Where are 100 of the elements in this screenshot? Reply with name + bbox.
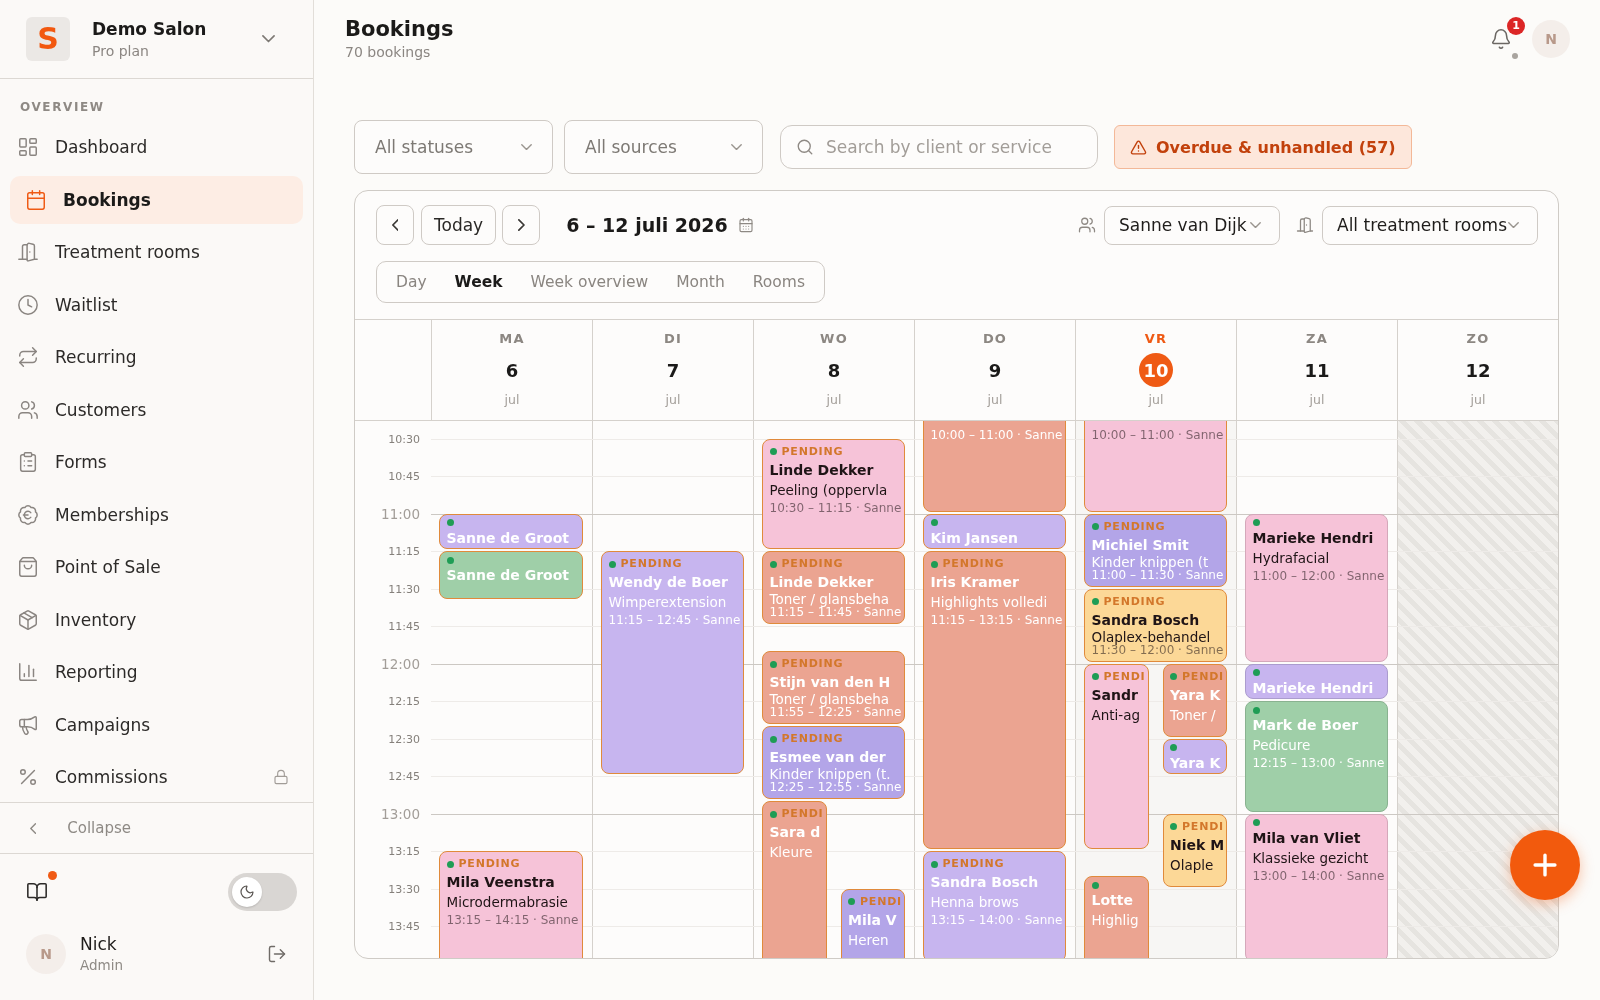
status-dot-icon <box>1252 669 1260 676</box>
status-dot-icon <box>446 519 454 526</box>
client-name: Yara K <box>1170 753 1221 773</box>
calendar-icon[interactable] <box>737 217 754 233</box>
client-name: Marieke Hendri <box>1252 678 1374 698</box>
calendar-icon <box>25 188 47 211</box>
booking-status: PENDING <box>458 857 521 871</box>
nav-item[interactable]: Dashboard <box>10 123 303 171</box>
nav-item[interactable]: Inventory <box>10 595 303 644</box>
nav-item[interactable]: Bookings <box>10 175 303 224</box>
book-icon[interactable] <box>26 881 48 903</box>
service-name: Olaple <box>1170 855 1214 875</box>
status-dot-icon <box>1170 823 1177 830</box>
client-name: Lotte <box>1091 891 1133 910</box>
booking-card[interactable]: PENDI Niek M Olaple <box>1162 813 1227 887</box>
time-label: 13:15 <box>388 844 420 858</box>
nav-item[interactable]: Forms <box>10 438 303 486</box>
bell-icon[interactable] <box>1490 27 1512 50</box>
source-filter[interactable]: All sources <box>564 120 763 174</box>
time-label: 12:00 <box>381 655 420 672</box>
month-label: jul <box>665 392 681 407</box>
user-avatar[interactable]: N <box>1532 19 1570 58</box>
view-tab[interactable]: Day <box>382 262 441 302</box>
next-week-button[interactable] <box>502 205 541 245</box>
today-button[interactable]: Today <box>421 205 497 245</box>
booking-card[interactable]: PENDING Linde Dekker Peeling (oppervla 10:30 – 11:15 · Sanne <box>762 438 905 549</box>
search-icon <box>796 138 814 156</box>
view-tab[interactable]: Week overview <box>516 262 663 302</box>
status-filter[interactable]: All statuses <box>354 120 553 174</box>
nav-item[interactable]: Waitlist <box>10 280 303 329</box>
percent-icon <box>17 766 39 788</box>
booking-card[interactable]: 10:00 – 11:00 · Sanne <box>1084 421 1227 512</box>
nav-item[interactable]: Customers <box>10 385 303 434</box>
booking-card[interactable]: Marieke Hendri Hydrafacial 11:00 – 12:00 · Sanne <box>1245 513 1388 662</box>
user-avatar[interactable]: N <box>26 934 66 974</box>
page-subtitle: 70 bookings <box>345 43 432 61</box>
chevron-down-icon <box>731 143 742 151</box>
status-dot-icon <box>1170 744 1177 751</box>
repeat-icon <box>17 346 39 368</box>
booking-status: PENDING <box>942 857 1005 871</box>
dark-mode-toggle[interactable] <box>228 873 297 911</box>
nav-item[interactable]: Reporting <box>10 648 303 696</box>
booking-time: 12:25 – 12:55 · Sanne <box>769 781 902 793</box>
time-label: 11:15 <box>388 544 420 558</box>
service-name: Henna brows <box>930 893 1019 912</box>
booking-status: PENDING <box>781 657 844 671</box>
view-tab[interactable]: Rooms <box>738 262 819 302</box>
month-label: jul <box>1309 392 1325 407</box>
booking-card[interactable]: PENDI Sandr Anti-ag <box>1084 663 1149 849</box>
time-label: 11:30 <box>388 582 420 595</box>
view-tab[interactable]: Week <box>440 262 517 302</box>
booking-status: PENDI <box>1103 669 1146 684</box>
booking-card[interactable]: PENDING Michiel Smit Kinder knippen (t 11:00 – 11:30 · Sanne <box>1084 513 1227 587</box>
service-name: Hydrafacial <box>1252 548 1330 568</box>
status-dot-icon <box>608 560 616 568</box>
status-dot-icon <box>1252 819 1260 826</box>
booking-card[interactable]: PENDING Esmee van der Kinder knippen (t. 12:25 – 12:55 · Sanne <box>762 726 905 799</box>
shopping-bag-icon <box>17 556 39 578</box>
chevron-left-icon <box>30 822 37 834</box>
view-tab[interactable]: Month <box>662 262 739 302</box>
booking-status: PENDI <box>781 807 824 821</box>
booking-card[interactable]: Mila van Vliet Klassieke gezicht 13:00 – 14:00 · Sanne <box>1245 813 1388 958</box>
status-dot-icon <box>1091 598 1099 605</box>
chevron-down-icon <box>1508 221 1519 229</box>
client-name: Kim Jansen <box>930 528 1019 548</box>
month-label: jul <box>826 392 842 407</box>
nav-item[interactable]: Treatment rooms <box>10 228 303 276</box>
chevron-down-icon[interactable] <box>262 35 275 43</box>
app-logo: S <box>26 17 70 61</box>
booking-status: PENDING <box>1103 594 1166 609</box>
client-name: Esmee van der <box>769 748 886 767</box>
status-dot-icon <box>1091 881 1099 889</box>
collapse-button[interactable]: Collapse <box>0 802 313 854</box>
booking-card[interactable]: PENDI Mila V Heren <box>840 888 905 958</box>
dashboard-icon <box>17 136 39 158</box>
client-name: Sanne de Groot <box>446 566 570 585</box>
door-icon <box>1296 216 1314 234</box>
nav-item[interactable]: Point of Sale <box>10 543 303 591</box>
day-number: 7 <box>665 358 681 383</box>
bar-chart-icon <box>17 661 39 683</box>
nav-item[interactable]: Memberships <box>10 490 303 539</box>
service-name: Toner / glansbeha <box>769 592 890 606</box>
service-name: Olaplex-behandel <box>1091 629 1211 644</box>
room-select[interactable]: All treatment rooms <box>1322 205 1538 245</box>
chevron-down-icon <box>521 143 532 151</box>
booking-card[interactable]: PENDING Sandra Bosch Olaplex-behandel 11:30 – 12:00 · Sanne <box>1084 588 1227 662</box>
staff-select[interactable]: Sanne van Dijk <box>1104 205 1280 245</box>
nav-item[interactable]: Commissions <box>10 753 303 801</box>
nav-item[interactable]: Recurring <box>10 333 303 381</box>
logout-icon[interactable] <box>267 944 287 964</box>
chevron-left-icon <box>391 219 399 231</box>
client-name: Sandra Bosch <box>930 873 1039 892</box>
service-name: Heren <box>848 930 889 950</box>
overdue-filter-button[interactable]: Overdue & unhandled (57) <box>1114 125 1412 169</box>
booking-card[interactable]: PENDING Mila Veenstra Microdermabrasie 13:15 – 14:15 · Sanne <box>439 851 583 958</box>
service-name: Wimperextension <box>608 593 727 612</box>
status-dot-icon <box>769 560 777 568</box>
nav-item[interactable]: Campaigns <box>10 700 303 749</box>
search-field[interactable]: Search by client or service <box>780 125 1098 169</box>
workspace-name[interactable]: Demo Salon <box>92 18 207 40</box>
